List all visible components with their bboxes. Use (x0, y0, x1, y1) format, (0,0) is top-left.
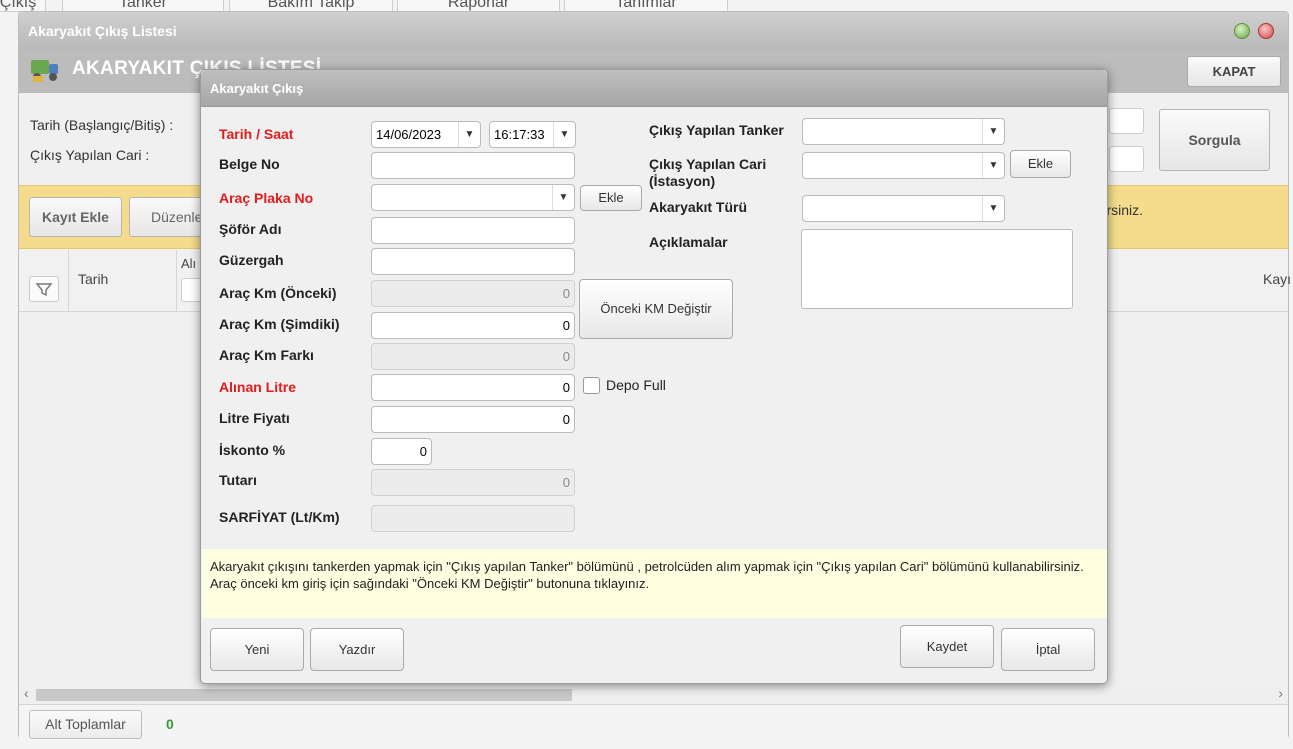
kaydet-button[interactable]: Kaydet (900, 625, 994, 668)
filter-cari-label: Çıkış Yapılan Cari : (30, 147, 150, 163)
yakit-dropdown-icon[interactable]: ▼ (982, 196, 1004, 221)
cari-select[interactable]: ▼ (802, 152, 1005, 179)
truck-icon (31, 60, 58, 82)
date-dropdown-icon[interactable]: ▼ (458, 122, 480, 147)
filter-icon[interactable] (29, 276, 59, 302)
aciklamalar-textarea[interactable] (801, 229, 1073, 309)
scroll-left-icon[interactable]: ‹ (24, 685, 29, 701)
label-guzergah: Güzergah (219, 252, 284, 268)
litre-fiyati-input[interactable]: 0 (371, 406, 575, 433)
tutari-input: 0 (371, 469, 575, 496)
close-window-icon[interactable] (1258, 23, 1274, 39)
label-iskonto: İskonto % (219, 442, 286, 458)
label-cari-line1: Çıkış Yapılan Cari (649, 156, 767, 172)
label-km-farki: Araç Km Farkı (219, 347, 314, 363)
dialog-title: Akaryakıt Çıkış (201, 70, 1107, 107)
tanker-select[interactable]: ▼ (802, 118, 1005, 145)
label-sarfiyat: SARFİYAT (Lt/Km) (219, 509, 340, 525)
km-onceki-input: 0 (371, 280, 575, 307)
sorgula-button[interactable]: Sorgula (1159, 109, 1270, 171)
depo-full-checkbox[interactable] (583, 377, 600, 394)
sarfiyat-input (371, 505, 575, 532)
time-value: 16:17:33 (494, 127, 545, 142)
grid-col-tarih[interactable]: Tarih (69, 250, 177, 312)
scroll-thumb[interactable] (36, 689, 572, 701)
plaka-dropdown-icon[interactable]: ▼ (552, 185, 574, 210)
kayit-ekle-button[interactable]: Kayıt Ekle (29, 197, 122, 237)
label-km-simdiki: Araç Km (Şimdiki) (219, 316, 340, 332)
label-alinan-litre: Alınan Litre (219, 379, 297, 395)
iptal-button[interactable]: İptal (1001, 628, 1095, 671)
window-controls (1230, 23, 1274, 42)
col-kayit-label: Kayı (1263, 271, 1292, 287)
label-yakit-turu: Akaryakıt Türü (649, 199, 748, 215)
label-km-onceki: Araç Km (Önceki) (219, 285, 337, 301)
window-title: Akaryakıt Çıkış Listesi (19, 12, 1288, 50)
info-note: Akaryakıt çıkışını tankerden yapmak için… (202, 548, 1107, 618)
kapat-button[interactable]: KAPAT (1187, 56, 1281, 87)
ekle-cari-button[interactable]: Ekle (1010, 150, 1071, 178)
filter-end-time-input[interactable] (1109, 108, 1144, 134)
tanker-dropdown-icon[interactable]: ▼ (982, 119, 1004, 144)
yazdir-button[interactable]: Yazdır (310, 628, 404, 671)
maximize-icon[interactable] (1234, 23, 1251, 39)
label-cari-line2: (İstasyon) (649, 173, 716, 189)
akaryakit-cikis-dialog: Akaryakıt Çıkış Tarih / Saat Belge No Ar… (200, 69, 1108, 684)
date-picker[interactable]: 14/06/2023 ▼ (371, 121, 481, 148)
label-sofor: Şöför Adı (219, 221, 282, 237)
toolbar-hint: rsiniz. (1106, 202, 1143, 218)
grid-col-filter (19, 250, 69, 312)
label-litre-fiyati: Litre Fiyatı (219, 410, 290, 426)
subtotal-value: 0 (166, 716, 174, 732)
belge-no-input[interactable] (371, 152, 575, 179)
filter-cari-select[interactable] (1109, 146, 1144, 172)
time-picker[interactable]: 16:17:33 ▼ (489, 121, 576, 148)
yeni-button[interactable]: Yeni (210, 628, 304, 671)
km-simdiki-input[interactable]: 0 (371, 312, 575, 339)
col-tarih-label: Tarih (78, 271, 109, 287)
label-belge-no: Belge No (219, 156, 280, 172)
label-arac-plaka: Araç Plaka No (219, 190, 314, 206)
list-footer: Alt Toplamlar 0 (19, 704, 1288, 740)
duzenle-button[interactable]: Düzenle (129, 197, 209, 237)
alt-toplamlar-button[interactable]: Alt Toplamlar (29, 710, 142, 739)
iskonto-input[interactable]: 0 (371, 438, 432, 465)
time-dropdown-icon[interactable]: ▼ (553, 122, 575, 147)
arac-plaka-select[interactable]: ▼ (371, 184, 575, 211)
horizontal-scrollbar[interactable]: ‹ › (19, 685, 1288, 703)
label-tanker: Çıkış Yapılan Tanker (649, 122, 784, 138)
onceki-km-degistir-button[interactable]: Önceki KM Değiştir (579, 279, 733, 339)
date-value: 14/06/2023 (376, 127, 442, 142)
label-tutari: Tutarı (219, 472, 257, 488)
yakit-turu-select[interactable]: ▼ (802, 195, 1005, 222)
km-farki-input: 0 (371, 343, 575, 370)
ekle-plaka-button[interactable]: Ekle (580, 185, 642, 211)
cari-dropdown-icon[interactable]: ▼ (982, 153, 1004, 178)
guzergah-input[interactable] (371, 248, 575, 275)
label-aciklamalar: Açıklamalar (649, 234, 728, 250)
sofor-input[interactable] (371, 217, 575, 244)
col-alinan-label: Alı (181, 256, 197, 271)
alinan-litre-input[interactable]: 0 (371, 374, 575, 401)
depo-full-label: Depo Full (606, 377, 666, 393)
scroll-right-icon[interactable]: › (1278, 685, 1283, 701)
filter-date-label: Tarih (Başlangıç/Bitiş) : (30, 117, 174, 133)
label-tarih-saat: Tarih / Saat (219, 126, 294, 142)
